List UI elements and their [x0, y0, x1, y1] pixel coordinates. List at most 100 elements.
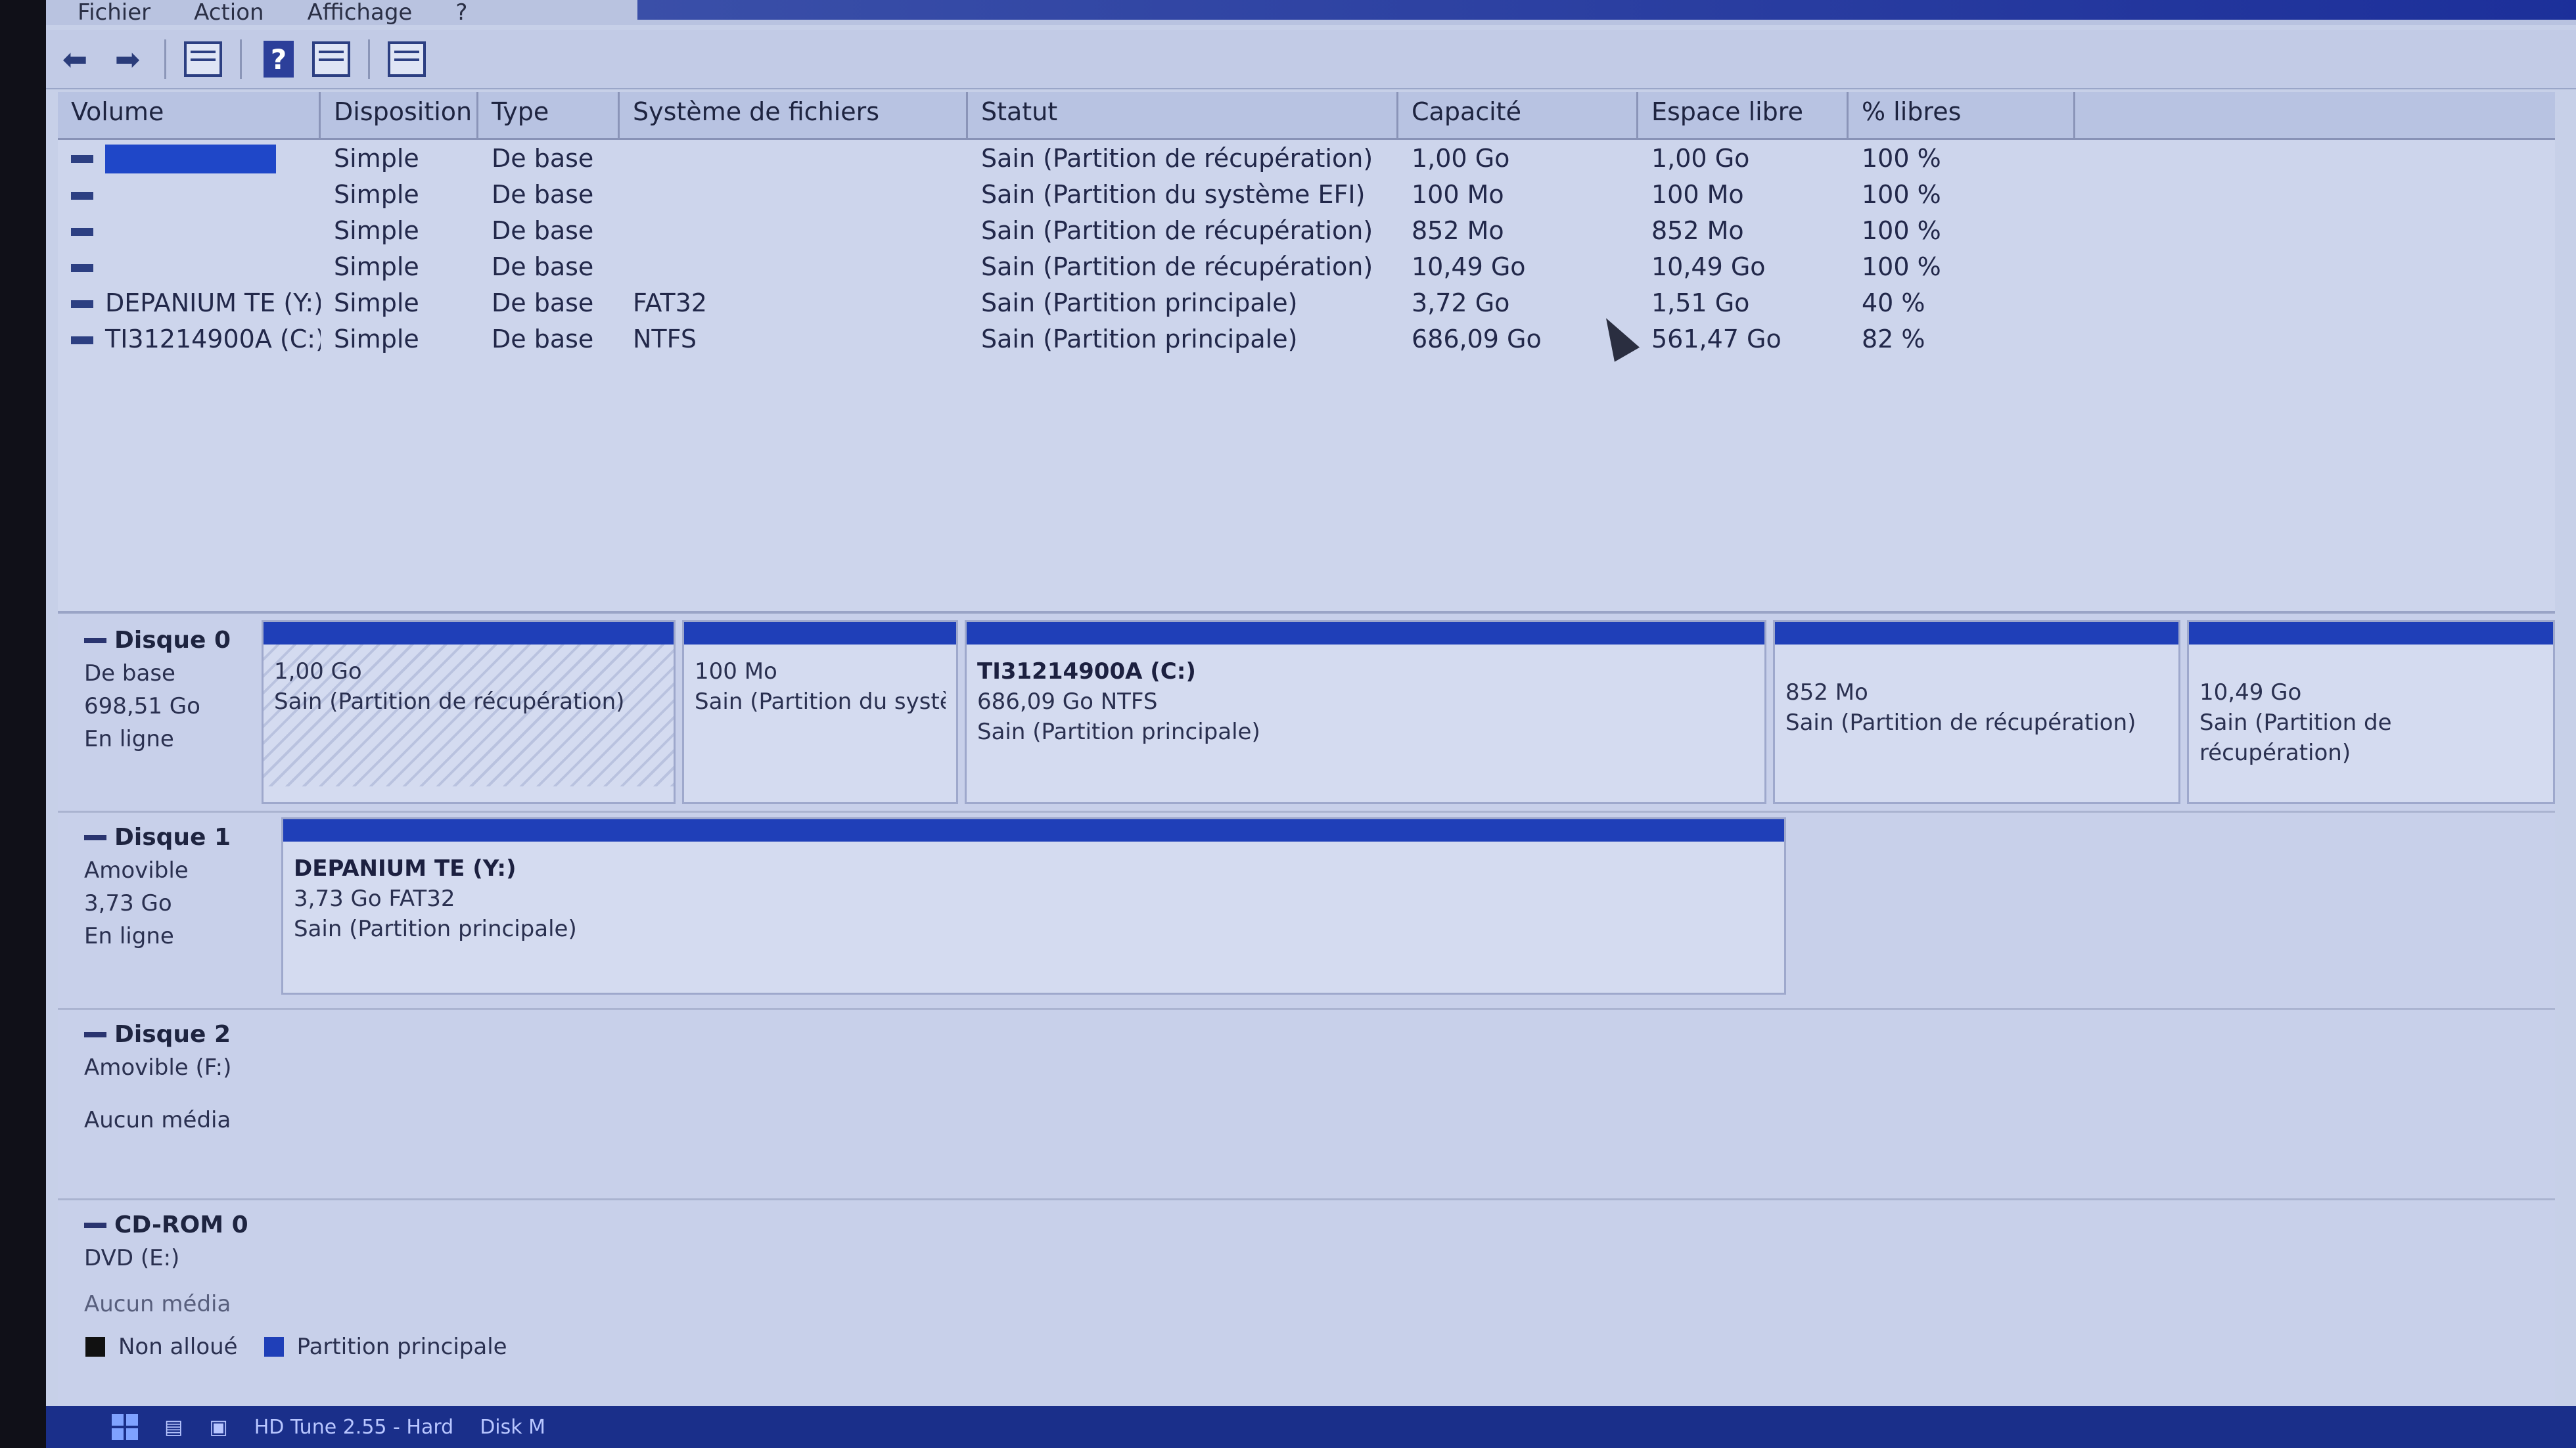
volume-row[interactable]: Simple De base Sain (Partition de récupé… [58, 248, 2555, 284]
partition-block[interactable]: DEPANIUM TE (Y:) 3,73 Go FAT32 Sain (Par… [281, 817, 1786, 995]
disk-status: En ligne [84, 923, 174, 949]
partition-name: TI31214900A (C:) [977, 658, 1196, 685]
menu-action[interactable]: Action [175, 0, 282, 26]
disk-size: 3,73 Go [84, 890, 172, 916]
volume-list: Volume Disposition Type Système de fichi… [58, 92, 2555, 611]
title-bar [637, 0, 2576, 20]
taskbar-app-icon[interactable]: ▤ [164, 1416, 183, 1439]
partition-status: Sain (Partition principale) [294, 916, 577, 942]
legend-unallocated: Non alloué [118, 1334, 238, 1360]
disk-type: De base [84, 660, 175, 687]
column-header-disposition[interactable]: Disposition [321, 92, 478, 138]
partition-size: 686,09 Go NTFS [977, 689, 1158, 715]
disk-management-window: Fichier Action Affichage ? ⬅ ➡ ? Volume … [46, 0, 2576, 1448]
free-space-cell: 561,47 Go [1651, 324, 1782, 353]
menu-fichier[interactable]: Fichier [59, 0, 169, 26]
partition-bar [684, 622, 956, 645]
partition-bar [2189, 622, 2553, 645]
disk-row-0: Disque 0 De base 698,51 Go En ligne 1,00… [58, 614, 2555, 813]
column-header-type[interactable]: Type [478, 92, 620, 138]
volume-row[interactable]: Simple De base Sain (Partition du systèm… [58, 176, 2555, 212]
forward-arrow-icon[interactable]: ➡ [106, 38, 149, 80]
toolbar-separator [164, 39, 166, 79]
legend-primary: Partition principale [296, 1334, 507, 1360]
partition-block[interactable]: 852 Mo Sain (Partition de récupération) [1773, 620, 2180, 804]
disk-status: En ligne [84, 726, 174, 752]
partition-block[interactable]: TI31214900A (C:) 686,09 Go NTFS Sain (Pa… [965, 620, 1766, 804]
column-header-filesystem[interactable]: Système de fichiers [620, 92, 968, 138]
disk-label[interactable]: CD-ROM 0 DVD (E:) Aucun média [58, 1198, 275, 1330]
partition-status: Sain (Partition principale) [977, 719, 1260, 745]
partition-block[interactable]: 100 Mo Sain (Partition du systè [682, 620, 958, 804]
volume-row[interactable]: TI31214900A (C:) Simple De base NTFS Sai… [58, 321, 2555, 357]
disk-icon [84, 637, 106, 643]
partition-name: DEPANIUM TE (Y:) [294, 855, 517, 882]
disk-label[interactable]: Disque 2 Amovible (F:) Aucun média [58, 1008, 275, 1198]
column-header-status[interactable]: Statut [968, 92, 1398, 138]
back-arrow-icon[interactable]: ⬅ [54, 38, 96, 80]
menu-help[interactable]: ? [437, 0, 486, 26]
disk-icon [84, 1031, 106, 1037]
menu-bar: Fichier Action Affichage ? [46, 0, 2576, 26]
type-cell: De base [492, 179, 594, 209]
type-cell: De base [492, 252, 594, 281]
type-cell: De base [492, 288, 594, 317]
volume-icon [71, 264, 93, 272]
disk-name: CD-ROM 0 [114, 1211, 248, 1238]
column-header-capacity[interactable]: Capacité [1398, 92, 1638, 138]
volume-row[interactable]: DEPANIUM TE (Y:) Simple De base FAT32 Sa… [58, 284, 2555, 321]
partition-size: 10,49 Go [2199, 679, 2302, 706]
partition-size: 1,00 Go [274, 658, 362, 685]
disk-label[interactable]: Disque 0 De base 698,51 Go En ligne [58, 614, 255, 811]
volume-row[interactable]: Simple De base Sain (Partition de récupé… [58, 140, 2555, 176]
disk-name: Disque 1 [114, 824, 231, 851]
disk-row-cdrom: CD-ROM 0 DVD (E:) Aucun média [58, 1198, 2555, 1330]
disk-status: Aucun média [84, 1107, 231, 1133]
percent-free-cell: 100 % [1862, 143, 1941, 173]
disk-label[interactable]: Disque 1 Amovible 3,73 Go En ligne [58, 811, 275, 1008]
partition-list: DEPANIUM TE (Y:) 3,73 Go FAT32 Sain (Par… [275, 811, 2555, 1008]
filesystem-cell: FAT32 [633, 288, 707, 317]
toolbar: ⬅ ➡ ? [46, 30, 2576, 89]
partition-bar [967, 622, 1764, 645]
file-explorer-icon[interactable]: ▣ [209, 1416, 227, 1439]
column-header-volume[interactable]: Volume [58, 92, 321, 138]
taskbar-app-diskmgmt[interactable]: Disk M [480, 1416, 545, 1439]
partition-bar [1775, 622, 2178, 645]
partition-list: 1,00 Go Sain (Partition de récupération)… [255, 614, 2555, 811]
disk-name: Disque 2 [114, 1021, 231, 1048]
disk-graphical-view: Disque 0 De base 698,51 Go En ligne 1,00… [58, 611, 2555, 1422]
percent-free-cell: 100 % [1862, 179, 1941, 209]
percent-free-cell: 40 % [1862, 288, 1925, 317]
selected-volume-highlight [105, 144, 276, 173]
partition-bar [264, 622, 674, 645]
help-icon[interactable]: ? [258, 38, 300, 80]
column-header-percent-free[interactable]: % libres [1849, 92, 2075, 138]
legend: Non alloué Partition principale [85, 1334, 507, 1360]
partition-block[interactable]: 1,00 Go Sain (Partition de récupération) [262, 620, 676, 804]
windows-start-icon[interactable] [112, 1414, 138, 1440]
partition-size: 3,73 Go FAT32 [294, 886, 455, 912]
volume-row[interactable]: Simple De base Sain (Partition de récupé… [58, 212, 2555, 248]
partition-block[interactable]: 10,49 Go Sain (Partition de récupération… [2187, 620, 2555, 804]
cdrom-icon [84, 1222, 106, 1228]
taskbar-app-hdtune[interactable]: HD Tune 2.55 - Hard [254, 1416, 453, 1439]
status-cell: Sain (Partition de récupération) [981, 252, 1373, 281]
partition-size: 100 Mo [695, 658, 777, 685]
menu-affichage[interactable]: Affichage [289, 0, 431, 26]
disk-size: 698,51 Go [84, 693, 200, 719]
free-space-cell: 1,51 Go [1651, 288, 1750, 317]
volume-icon [71, 300, 93, 308]
status-cell: Sain (Partition de récupération) [981, 215, 1373, 245]
capacity-cell: 10,49 Go [1412, 252, 1526, 281]
status-cell: Sain (Partition du système EFI) [981, 179, 1366, 209]
disposition-cell: Simple [334, 179, 419, 209]
status-cell: Sain (Partition principale) [981, 324, 1298, 353]
column-header-free-space[interactable]: Espace libre [1638, 92, 1849, 138]
disposition-cell: Simple [334, 143, 419, 173]
action-pane-icon[interactable] [310, 38, 352, 80]
toolbar-separator [240, 39, 242, 79]
properties-icon[interactable] [386, 38, 428, 80]
partition-status: Sain (Partition du systè [695, 689, 946, 715]
console-tree-icon[interactable] [182, 38, 224, 80]
